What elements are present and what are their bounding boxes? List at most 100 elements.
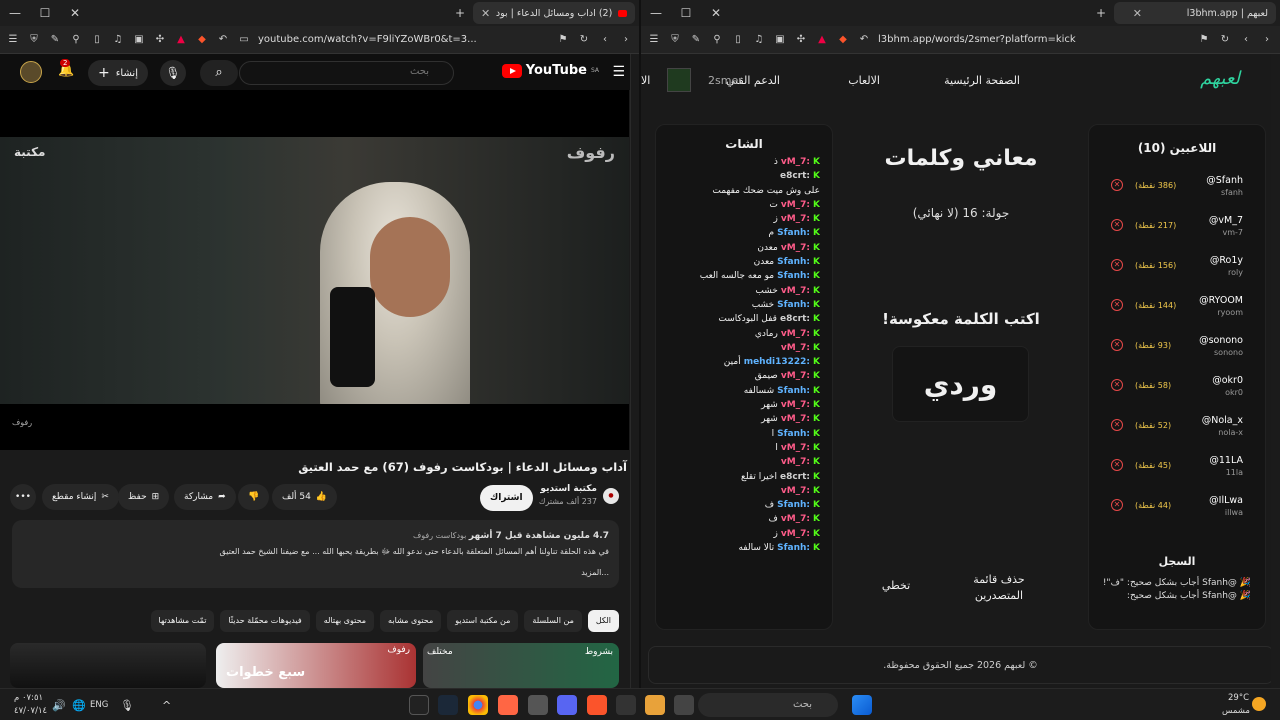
remove-player-icon[interactable]: ✕ xyxy=(1111,419,1123,431)
chat-username[interactable]: e8crt: xyxy=(780,169,810,183)
weather-temperature[interactable]: 29°C xyxy=(1228,693,1249,703)
chat-username[interactable]: vM_7: xyxy=(781,527,810,541)
nav-games[interactable]: الالعاب xyxy=(848,74,880,87)
app-icon[interactable] xyxy=(498,695,518,715)
save-button[interactable]: ⊞ حفظ xyxy=(118,484,170,510)
chip-series[interactable]: من السلسلة xyxy=(524,610,582,632)
shield-icon[interactable]: ⛨ xyxy=(27,33,41,47)
app-icon[interactable] xyxy=(616,695,636,715)
address-bar[interactable]: youtube.com/watch?v=F9liYZoWBr0&t=3... xyxy=(258,34,549,45)
youtube-logo[interactable]: YouTube SA xyxy=(501,63,599,78)
user-avatar[interactable] xyxy=(667,68,691,92)
back-share-icon[interactable]: ↶ xyxy=(216,33,230,47)
taskbar-search-input[interactable]: بحث xyxy=(698,693,838,717)
tab-youtube[interactable]: (2) آداب ومسائل الدعاء | بودكا... ✕ xyxy=(473,2,635,24)
chat-username[interactable]: Sfanh: xyxy=(777,298,810,312)
forward-icon[interactable]: › xyxy=(619,33,633,47)
remove-player-icon[interactable]: ✕ xyxy=(1111,219,1123,231)
chrome-icon[interactable] xyxy=(468,695,488,715)
discord-icon[interactable] xyxy=(557,695,577,715)
bookmark-icon[interactable]: ⚑ xyxy=(1197,33,1211,47)
chat-username[interactable]: vM_7: xyxy=(781,284,810,298)
bookmark-icon[interactable]: ⚑ xyxy=(556,33,570,47)
menu-icon[interactable]: ☰ xyxy=(647,33,661,47)
clip-button[interactable]: ✂ إنشاء مقطع xyxy=(42,484,119,510)
minimize-icon[interactable]: — xyxy=(641,6,671,20)
reload-icon[interactable]: ↻ xyxy=(1218,33,1232,47)
chat-username[interactable]: vM_7: xyxy=(781,412,810,426)
reload-icon[interactable]: ↻ xyxy=(577,33,591,47)
new-tab-icon[interactable]: + xyxy=(1086,6,1116,20)
maximize-icon[interactable]: ☐ xyxy=(671,6,701,20)
page-scrollbar[interactable] xyxy=(1271,54,1280,688)
video-player[interactable]: مكتبة رفوف رفوف xyxy=(0,90,629,450)
nav-username[interactable]: 2smer xyxy=(708,74,743,87)
chat-username[interactable]: mehdi13222: xyxy=(744,355,810,369)
remove-player-icon[interactable]: ✕ xyxy=(1111,339,1123,351)
chip-recent[interactable]: فيديوهات محمّلة حديثًا xyxy=(220,610,310,632)
notifications-icon[interactable]: 🔔 2 xyxy=(58,59,74,78)
sidebar-icon[interactable]: ▯ xyxy=(731,33,745,47)
chat-username[interactable]: vM_7: xyxy=(781,398,810,412)
vpn-icon[interactable]: ▲ xyxy=(815,33,829,47)
brave-icon[interactable] xyxy=(587,695,607,715)
remove-player-icon[interactable]: ✕ xyxy=(1111,259,1123,271)
language-indicator[interactable]: ENG xyxy=(90,700,108,710)
brave-shield-icon[interactable]: ◆ xyxy=(836,33,850,47)
chip-watched[interactable]: تمّت مشاهدتها xyxy=(150,610,215,632)
chat-username[interactable]: Sfanh: xyxy=(777,427,810,441)
address-bar[interactable]: l3bhm.app/words/2smer?platform=kick xyxy=(878,34,1190,45)
channel-name[interactable]: مكتبة استديو xyxy=(540,484,597,494)
related-video-thumbnail[interactable] xyxy=(10,643,206,688)
back-icon[interactable]: ‹ xyxy=(1239,33,1253,47)
tray-chevron-icon[interactable]: ^ xyxy=(162,699,171,712)
chip-channel[interactable]: من مكتبة استديو xyxy=(447,610,519,632)
chip-related[interactable]: محتوى بهتاله xyxy=(315,610,375,632)
remove-player-icon[interactable]: ✕ xyxy=(1111,459,1123,471)
page-scrollbar[interactable] xyxy=(630,54,639,688)
search-button[interactable]: ⌕ xyxy=(200,60,238,86)
pin-icon[interactable]: ⚲ xyxy=(69,33,83,47)
music-icon[interactable]: ♫ xyxy=(111,33,125,47)
chip-similar[interactable]: محتوى مشابه xyxy=(380,610,442,632)
tab-close-icon[interactable]: ✕ xyxy=(1133,7,1142,20)
site-info-icon[interactable]: ▭ xyxy=(237,33,251,47)
extensions-icon[interactable]: ✎ xyxy=(48,33,62,47)
search-input[interactable]: بحث xyxy=(239,61,454,85)
shield-icon[interactable]: ⛨ xyxy=(668,33,682,47)
brave-shield-icon[interactable]: ◆ xyxy=(195,33,209,47)
chat-username[interactable]: vM_7: xyxy=(781,155,810,169)
chat-username[interactable]: vM_7: xyxy=(781,369,810,383)
minimize-icon[interactable]: — xyxy=(0,6,30,20)
back-share-icon[interactable]: ↶ xyxy=(857,33,871,47)
menu-icon[interactable]: ☰ xyxy=(6,33,20,47)
create-button[interactable]: إنشاء + xyxy=(88,60,148,86)
file-explorer-icon[interactable] xyxy=(645,695,665,715)
network-icon[interactable]: 🌐 xyxy=(72,699,86,712)
app-icon[interactable] xyxy=(674,695,694,715)
tab-l3bhm[interactable]: لعبهم | l3bhm.app ✕ xyxy=(1114,2,1276,24)
voice-search-icon[interactable]: 🎙 xyxy=(160,60,186,86)
related-video-thumbnail[interactable]: سبع خطوات رفوف xyxy=(216,643,416,688)
weather-description[interactable]: مشمس xyxy=(1222,706,1250,716)
music-icon[interactable]: ♫ xyxy=(752,33,766,47)
chat-username[interactable]: vM_7: xyxy=(781,455,810,469)
tabs-icon[interactable]: ▣ xyxy=(132,33,146,47)
chat-username[interactable]: vM_7: xyxy=(781,212,810,226)
related-video-thumbnail[interactable]: مختلف بشروط xyxy=(423,643,619,688)
tab-close-icon[interactable]: ✕ xyxy=(481,7,490,20)
more-actions-button[interactable]: ••• xyxy=(10,484,36,510)
share-button[interactable]: ➦ مشاركة xyxy=(174,484,236,510)
close-window-icon[interactable]: ✕ xyxy=(60,6,90,20)
like-button[interactable]: 👍 54 ألف xyxy=(272,484,338,510)
chat-username[interactable]: vM_7: xyxy=(781,484,810,498)
vpn-icon[interactable]: ▲ xyxy=(174,33,188,47)
sun-icon[interactable] xyxy=(1252,697,1266,711)
maximize-icon[interactable]: ☐ xyxy=(30,6,60,20)
guide-menu-icon[interactable]: ☰ xyxy=(612,64,625,80)
nav-home[interactable]: الصفحة الرئيسية xyxy=(944,74,1020,87)
chat-username[interactable]: vM_7: xyxy=(781,341,810,355)
new-tab-icon[interactable]: + xyxy=(445,6,475,20)
show-more-link[interactable]: ...المزيد xyxy=(22,565,609,580)
volume-icon[interactable]: 🔊 xyxy=(52,699,66,712)
